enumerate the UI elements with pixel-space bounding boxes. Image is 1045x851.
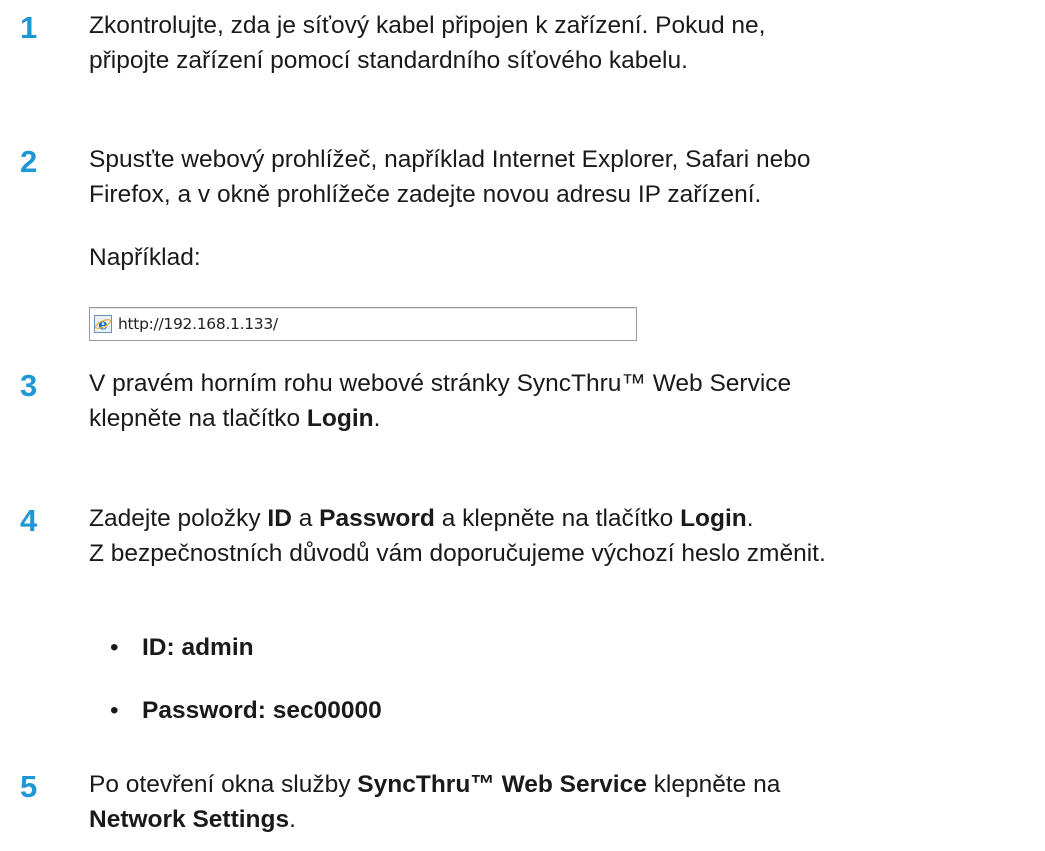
browser-address-bar: e http://192.168.1.133/ [89, 307, 637, 341]
bullet: • [110, 697, 119, 724]
bold-term: Login [306, 405, 374, 432]
text-run: klepněte na [646, 771, 781, 798]
step-line: Network Settings. [89, 802, 1039, 837]
text-run: Zadejte položky [89, 505, 268, 532]
text-run: Z bezpečnostních důvodů vám doporučujeme… [89, 540, 826, 567]
step-text: Zkontrolujte, zda je síťový kabel připoj… [89, 8, 1039, 78]
text-run: . [373, 405, 381, 432]
example-label: Například: [89, 244, 201, 271]
step-text: Spusťte webový prohlížeč, například Inte… [89, 142, 1039, 212]
bold-term: ID [267, 505, 292, 532]
text-run: klepněte na tlačítko [89, 405, 307, 432]
step-line: Zkontrolujte, zda je síťový kabel připoj… [89, 8, 1039, 43]
bullet: • [110, 634, 119, 661]
step-line: připojte zařízení pomocí standardního sí… [89, 43, 1039, 78]
text-run: připojte zařízení pomocí standardního sí… [89, 47, 688, 74]
step-number: 1 [20, 10, 38, 45]
step-number: 3 [20, 368, 38, 403]
bold-term: SyncThru™ Web Service [357, 771, 647, 798]
text-run: Firefox, a v okně prohlížeče zadejte nov… [89, 181, 762, 208]
credential-text: Password: sec00000 [142, 697, 382, 724]
step-line: V pravém horním rohu webové stránky Sync… [89, 366, 1039, 401]
address-url: http://192.168.1.133/ [118, 315, 278, 333]
step-text: V pravém horním rohu webové stránky Sync… [89, 366, 1039, 436]
step-line: klepněte na tlačítko Login. [89, 401, 1039, 436]
step-number: 2 [20, 144, 38, 179]
step-number: 4 [20, 503, 38, 538]
credential-id: • ID: admin [110, 630, 254, 665]
text-run: a klepněte na tlačítko [434, 505, 681, 532]
bold-term: Network Settings [89, 806, 290, 833]
text-run: a [291, 505, 320, 532]
text-run: . [746, 505, 754, 532]
bold-term: Password [319, 505, 435, 532]
step-line: Zadejte položky ID a Password a klepněte… [89, 501, 1039, 536]
bold-term: Login [680, 505, 747, 532]
svg-text:e: e [98, 316, 108, 334]
text-run: Spusťte webový prohlížeč, například Inte… [89, 146, 811, 173]
internet-explorer-icon: e [94, 314, 112, 334]
step-number: 5 [20, 769, 38, 804]
step-line: Spusťte webový prohlížeč, například Inte… [89, 142, 1039, 177]
credential-text: ID: admin [142, 634, 254, 661]
text-run: . [289, 806, 296, 833]
step-line: Firefox, a v okně prohlížeče zadejte nov… [89, 177, 1039, 212]
step-line: Po otevření okna služby SyncThru™ Web Se… [89, 767, 1039, 802]
credential-password: • Password: sec00000 [110, 693, 382, 728]
text-run: Po otevření okna služby [89, 771, 358, 798]
step-line: Z bezpečnostních důvodů vám doporučujeme… [89, 536, 1039, 571]
step-text: Po otevření okna služby SyncThru™ Web Se… [89, 767, 1039, 837]
text-run: V pravém horním rohu webové stránky Sync… [89, 370, 792, 397]
text-run: Zkontrolujte, zda je síťový kabel připoj… [89, 12, 766, 39]
step-text: Zadejte položky ID a Password a klepněte… [89, 501, 1039, 571]
